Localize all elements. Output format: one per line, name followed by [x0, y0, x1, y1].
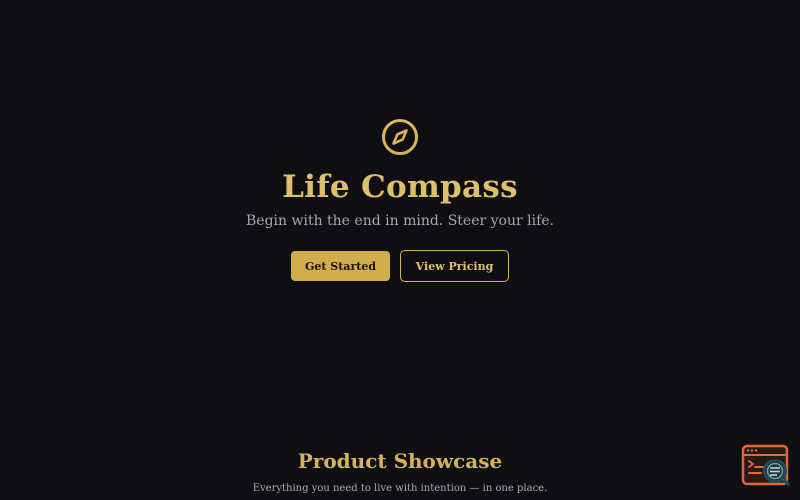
hero-section: Life Compass Begin with the end in mind.… [0, 0, 800, 400]
product-showcase-title: Product Showcase [297, 449, 503, 473]
product-showcase-subtitle: Everything you need to live with intenti… [252, 483, 548, 494]
get-started-button[interactable]: Get Started [291, 251, 390, 281]
inspector-widget-button[interactable] [741, 444, 791, 488]
page-title: Life Compass [282, 169, 518, 205]
view-pricing-button[interactable]: View Pricing [400, 250, 509, 282]
compass-icon [382, 119, 418, 155]
inspector-icon [741, 444, 790, 486]
hero-subtitle: Begin with the end in mind. Steer your l… [246, 213, 554, 229]
